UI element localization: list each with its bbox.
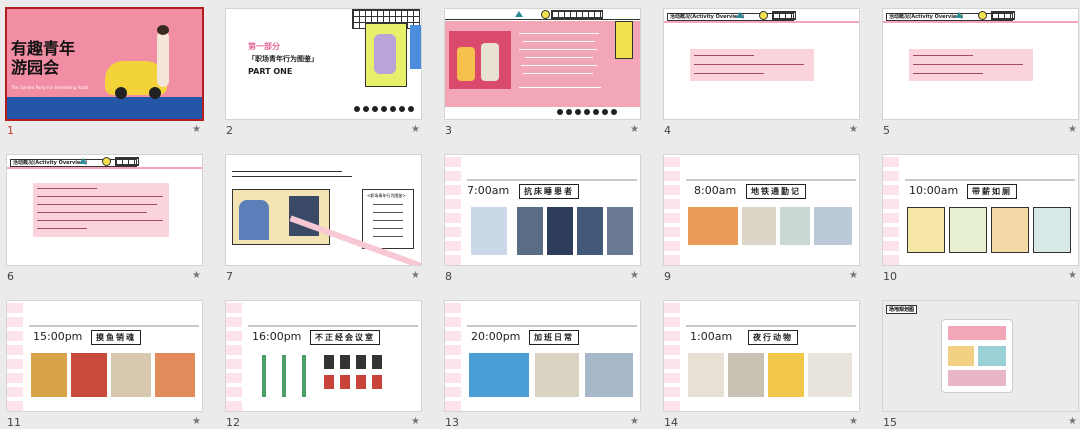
star-icon: ★	[849, 270, 858, 281]
star-icon: ★	[630, 124, 639, 135]
slide-header: 场地规划图	[886, 305, 918, 314]
slide-number: 4	[664, 124, 671, 137]
star-icon: ★	[411, 270, 420, 281]
dot-row	[354, 106, 414, 114]
slide-header: 活动概况(Activity Overview)	[13, 160, 88, 166]
dot-row	[557, 109, 617, 117]
slide-number: 11	[7, 416, 21, 429]
part-label: PART ONE	[248, 67, 293, 76]
slide-title: 加班日常	[529, 330, 579, 345]
slide-title: 不正经会议室	[310, 330, 380, 345]
photo-image	[688, 353, 724, 397]
slide-number: 1	[7, 124, 14, 137]
photo-image	[471, 207, 507, 255]
slide-number: 5	[883, 124, 890, 137]
comic-image	[232, 189, 330, 245]
text-box	[690, 49, 814, 81]
slide-number: 9	[664, 270, 671, 283]
text-box	[909, 49, 1033, 81]
slide-number: 14	[664, 416, 678, 429]
time-label: 20:00pm	[471, 330, 521, 343]
slide-number: 2	[226, 124, 233, 137]
slide-number: 13	[445, 416, 459, 429]
star-icon: ★	[630, 270, 639, 281]
slide-title: 夜行动物	[748, 330, 798, 345]
icon-grid	[256, 355, 316, 397]
slide-header: 活动概况(Activity Overview)	[670, 14, 745, 20]
photo-image	[31, 353, 67, 397]
time-label: 15:00pm	[33, 330, 83, 343]
slide-header: 活动概况(Activity Overview)	[889, 14, 964, 20]
slide-number: 15	[883, 416, 897, 429]
time-label: 8:00am	[694, 184, 737, 197]
info-panel: <职场青年行为图鉴>	[362, 189, 414, 249]
person-figure	[157, 31, 169, 87]
slide-title: 地铁通勤记	[746, 184, 806, 199]
text-box	[33, 183, 169, 237]
star-icon: ★	[192, 124, 201, 135]
slide-number: 3	[445, 124, 452, 137]
star-icon: ★	[1068, 124, 1077, 135]
blue-band	[7, 97, 202, 119]
slide-number: 12	[226, 416, 240, 429]
slide-title: 摸鱼销魂	[91, 330, 141, 345]
slide-number: 10	[883, 270, 897, 283]
slide-title: 抗床睡患者	[519, 184, 579, 199]
time-label: 10:00am	[909, 184, 959, 197]
slide-number: 7	[226, 270, 233, 283]
star-icon: ★	[192, 270, 201, 281]
slide-number: 6	[7, 270, 14, 283]
illustration-image	[365, 23, 407, 87]
illustration-image	[907, 207, 945, 253]
slide-number: 8	[445, 270, 452, 283]
photo-image	[469, 353, 529, 397]
star-icon: ★	[849, 124, 858, 135]
photo-image	[449, 31, 511, 89]
time-label: 16:00pm	[252, 330, 302, 343]
slide-title: 「职场青年行为图鉴」	[248, 55, 318, 63]
panel-title: <职场青年行为图鉴>	[367, 193, 406, 198]
slide-title: 有趣青年 游园会	[11, 39, 76, 77]
slide-subtitle: The Garden Party For Interesting Youth	[11, 85, 89, 90]
star-icon: ★	[1068, 270, 1077, 281]
slide-title: 带薪如厕	[967, 184, 1017, 199]
photo-image	[688, 207, 738, 245]
floor-plan-image	[941, 319, 1013, 393]
time-label: 7:00am	[467, 184, 510, 197]
time-label: 1:00am	[690, 330, 733, 343]
star-icon: ★	[411, 124, 420, 135]
